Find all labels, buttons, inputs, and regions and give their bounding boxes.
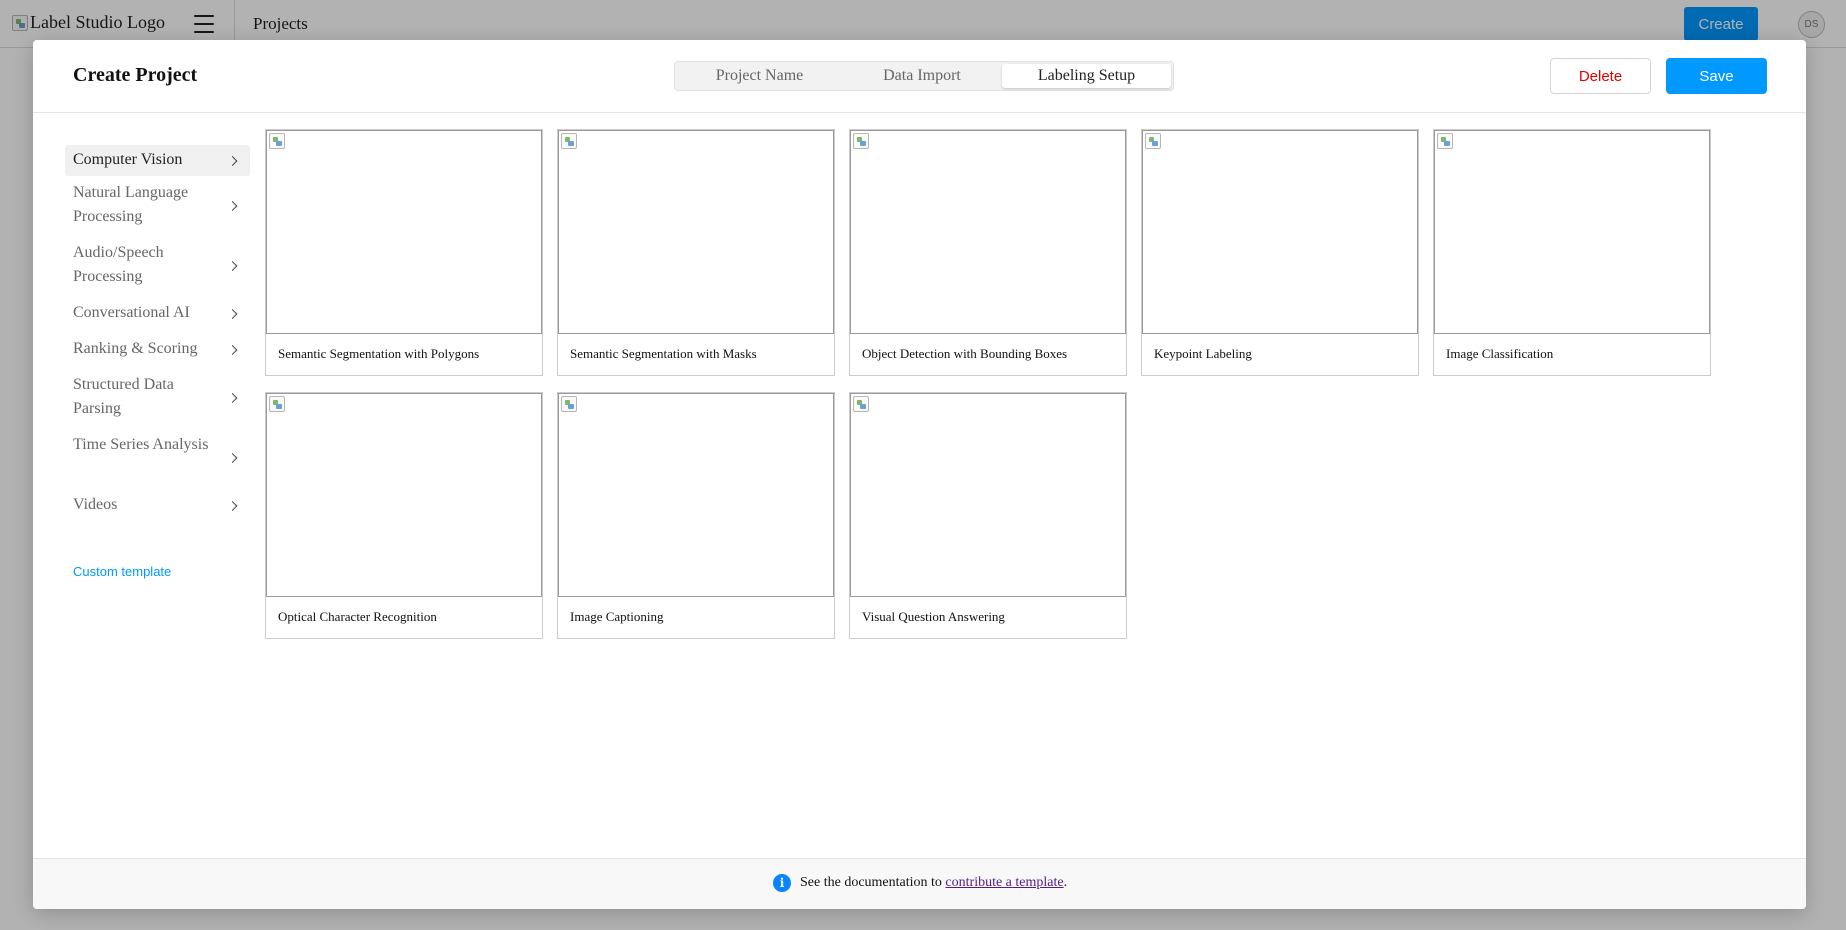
template-card[interactable]: Visual Question Answering xyxy=(849,392,1127,639)
create-project-modal: Create Project Project Name Data Import … xyxy=(33,40,1806,909)
footer-period: . xyxy=(1063,875,1068,890)
chevron-right-icon xyxy=(227,155,238,166)
category-label: Natural Language Processing xyxy=(73,184,189,225)
category-label: Structured Data Parsing xyxy=(73,376,174,417)
tab-project-name[interactable]: Project Name xyxy=(677,64,842,88)
chevron-right-icon xyxy=(227,345,238,355)
category-structured-data-parsing[interactable]: Structured Data Parsing xyxy=(65,373,250,423)
footer-text: See the documentation to xyxy=(800,875,942,890)
category-label: Videos xyxy=(73,496,118,513)
template-thumbnail xyxy=(850,393,1126,597)
template-thumbnail xyxy=(266,393,542,597)
broken-image-icon xyxy=(853,133,869,149)
template-title: Optical Character Recognition xyxy=(278,609,437,624)
category-time-series-analysis[interactable]: Time Series Analysis xyxy=(65,433,250,483)
chevron-right-icon xyxy=(227,309,238,319)
category-label: Computer Vision xyxy=(73,151,183,168)
template-card[interactable]: Object Detection with Bounding Boxes xyxy=(849,129,1127,376)
category-label: Ranking & Scoring xyxy=(73,340,198,357)
template-title: Image Captioning xyxy=(570,609,664,624)
category-videos[interactable]: Videos xyxy=(65,493,250,519)
category-label: Audio/Speech Processing xyxy=(73,244,164,285)
chevron-right-icon xyxy=(227,393,238,403)
template-title: Keypoint Labeling xyxy=(1154,346,1252,361)
step-tabs: Project Name Data Import Labeling Setup xyxy=(674,61,1174,91)
template-card[interactable]: Optical Character Recognition xyxy=(265,392,543,639)
template-thumbnail xyxy=(850,130,1126,334)
template-thumbnail xyxy=(558,130,834,334)
contribute-template-link[interactable]: contribute a template xyxy=(945,875,1063,891)
delete-button[interactable]: Delete xyxy=(1550,58,1651,94)
modal-footer: i See the documentation to contribute a … xyxy=(33,858,1806,909)
template-card[interactable]: Semantic Segmentation with Masks xyxy=(557,129,835,376)
template-thumbnail xyxy=(1434,130,1710,334)
template-card[interactable]: Image Captioning xyxy=(557,392,835,639)
template-thumbnail xyxy=(266,130,542,334)
modal-header: Create Project Project Name Data Import … xyxy=(33,40,1806,113)
template-title: Semantic Segmentation with Masks xyxy=(570,346,757,361)
category-computer-vision[interactable]: Computer Vision xyxy=(65,145,250,176)
category-label: Time Series Analysis xyxy=(73,436,209,453)
broken-image-icon xyxy=(853,396,869,412)
chevron-right-icon xyxy=(227,201,238,211)
broken-image-icon xyxy=(561,396,577,412)
chevron-right-icon xyxy=(227,453,238,463)
category-audio-speech-processing[interactable]: Audio/Speech Processing xyxy=(65,241,250,291)
modal-title: Create Project xyxy=(73,64,198,86)
category-ranking-scoring[interactable]: Ranking & Scoring xyxy=(65,337,250,363)
broken-image-icon xyxy=(1145,133,1161,149)
template-thumbnail xyxy=(558,393,834,597)
category-natural-language-processing[interactable]: Natural Language Processing xyxy=(65,181,250,231)
tab-data-import[interactable]: Data Import xyxy=(842,64,1002,88)
template-title: Image Classification xyxy=(1446,346,1554,361)
template-card[interactable]: Semantic Segmentation with Polygons xyxy=(265,129,543,376)
broken-image-icon xyxy=(269,396,285,412)
template-title: Object Detection with Bounding Boxes xyxy=(862,346,1068,361)
template-card[interactable]: Image Classification xyxy=(1433,129,1711,376)
broken-image-icon xyxy=(1437,133,1453,149)
chevron-right-icon xyxy=(227,501,238,511)
template-title: Visual Question Answering xyxy=(862,609,1005,624)
category-label: Conversational AI xyxy=(73,304,190,321)
broken-image-icon xyxy=(561,133,577,149)
category-conversational-ai[interactable]: Conversational AI xyxy=(65,301,250,327)
tab-labeling-setup[interactable]: Labeling Setup xyxy=(1002,64,1171,88)
template-title: Semantic Segmentation with Polygons xyxy=(278,346,480,361)
info-icon: i xyxy=(773,874,791,892)
broken-image-icon xyxy=(269,133,285,149)
save-button[interactable]: Save xyxy=(1666,58,1767,94)
custom-template-link[interactable]: Custom template xyxy=(73,564,171,579)
chevron-right-icon xyxy=(227,261,238,271)
footer-note: i See the documentation to contribute a … xyxy=(773,874,1067,892)
template-card[interactable]: Keypoint Labeling xyxy=(1141,129,1419,376)
template-thumbnail xyxy=(1142,130,1418,334)
